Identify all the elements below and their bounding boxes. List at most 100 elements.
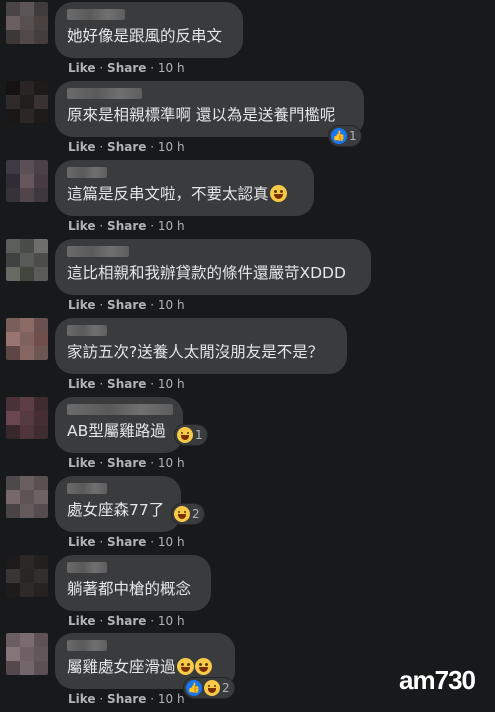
separator: · <box>99 140 104 154</box>
avatar[interactable] <box>6 160 48 202</box>
commenter-name-blurred[interactable] <box>67 88 142 99</box>
share-link[interactable]: Share <box>107 535 146 549</box>
comment-meta: Like · Share · 10 h <box>68 376 185 392</box>
avatar[interactable] <box>6 318 48 360</box>
comment-bubble: 她好像是跟風的反串文 <box>55 2 243 58</box>
commenter-name-blurred[interactable] <box>67 483 107 494</box>
avatar[interactable] <box>6 81 48 123</box>
comment-meta: Like · Share · 10 h <box>68 455 185 471</box>
like-link[interactable]: Like <box>68 61 96 75</box>
separator: · <box>99 614 104 628</box>
haha-reaction-icon <box>174 506 190 522</box>
am730-watermark-logo: am730 <box>399 665 476 695</box>
avatar[interactable] <box>6 239 48 281</box>
share-link[interactable]: Share <box>107 456 146 470</box>
like-link[interactable]: Like <box>68 298 96 312</box>
like-reaction-icon: 👍 <box>331 128 347 144</box>
share-link[interactable]: Share <box>107 298 146 312</box>
comment-text: 處女座森77了 <box>67 501 165 519</box>
comment-meta: Like · Share · 10 h <box>68 534 185 550</box>
commenter-name-blurred[interactable] <box>67 167 107 178</box>
separator: · <box>150 614 155 628</box>
like-link[interactable]: Like <box>68 692 96 706</box>
timestamp[interactable]: 10 h <box>158 535 185 549</box>
comment-meta: Like · Share · 10 h <box>68 297 185 313</box>
reaction-count: 2 <box>222 681 230 695</box>
separator: · <box>150 61 155 75</box>
avatar[interactable] <box>6 555 48 597</box>
separator: · <box>150 692 155 706</box>
comment-text: 屬雞處女座滑過 <box>67 655 212 679</box>
comment-text: AB型屬雞路過 <box>67 422 166 440</box>
reaction-summary[interactable]: 👍 2 <box>184 678 234 698</box>
comment-bubble: 原來是相親標準啊 還以為是送養門檻呢 <box>55 81 364 137</box>
reaction-summary[interactable]: 2 <box>172 504 204 524</box>
share-link[interactable]: Share <box>107 377 146 391</box>
commenter-name-blurred[interactable] <box>67 246 129 257</box>
like-link[interactable]: Like <box>68 219 96 233</box>
separator: · <box>99 377 104 391</box>
reaction-summary[interactable]: 👍 1 <box>329 126 361 146</box>
separator: · <box>150 140 155 154</box>
comment-bubble: 家訪五次?送養人太閒沒朋友是不是？ <box>55 318 347 374</box>
avatar[interactable] <box>6 2 48 44</box>
reaction-summary[interactable]: 1 <box>175 425 207 445</box>
comment-meta: Like · Share · 10 h <box>68 139 185 155</box>
share-link[interactable]: Share <box>107 61 146 75</box>
like-link[interactable]: Like <box>68 535 96 549</box>
like-link[interactable]: Like <box>68 614 96 628</box>
separator: · <box>99 456 104 470</box>
comment-item: 躺著都中槍的概念 Like · Share · 10 h <box>0 555 495 634</box>
comment-text: 家訪五次?送養人太閒沒朋友是不是？ <box>67 343 324 361</box>
haha-reaction-icon <box>204 680 220 696</box>
comment-item: 這比相親和我辦貸款的條件還嚴苛XDDD Like · Share · 10 h <box>0 239 495 318</box>
comment-item: AB型屬雞路過 1 Like · Share · 10 h <box>0 397 495 476</box>
timestamp[interactable]: 10 h <box>158 140 185 154</box>
share-link[interactable]: Share <box>107 219 146 233</box>
timestamp[interactable]: 10 h <box>158 298 185 312</box>
like-link[interactable]: Like <box>68 140 96 154</box>
comment-meta: Like · Share · 10 h <box>68 691 185 707</box>
commenter-name-blurred[interactable] <box>67 325 107 336</box>
comment-text: 躺著都中槍的概念 <box>67 580 192 598</box>
commenter-name-blurred[interactable] <box>67 562 107 573</box>
separator: · <box>99 219 104 233</box>
separator: · <box>150 377 155 391</box>
grinning-emoji-icon <box>194 658 212 675</box>
commenter-name-blurred[interactable] <box>67 640 107 651</box>
avatar[interactable] <box>6 476 48 518</box>
comment-item: 她好像是跟風的反串文 Like · Share · 10 h <box>0 2 495 81</box>
like-link[interactable]: Like <box>68 377 96 391</box>
grinning-emoji-icon <box>176 658 194 675</box>
timestamp[interactable]: 10 h <box>158 692 185 706</box>
timestamp[interactable]: 10 h <box>158 456 185 470</box>
comment-item: 這篇是反串文啦，不要太認真 Like · Share · 10 h <box>0 160 495 239</box>
comment-item: 家訪五次?送養人太閒沒朋友是不是？ Like · Share · 10 h <box>0 318 495 397</box>
avatar[interactable] <box>6 397 48 439</box>
share-link[interactable]: Share <box>107 140 146 154</box>
haha-reaction-icon <box>177 427 193 443</box>
share-link[interactable]: Share <box>107 614 146 628</box>
timestamp[interactable]: 10 h <box>158 377 185 391</box>
commenter-name-blurred[interactable] <box>67 9 125 20</box>
timestamp[interactable]: 10 h <box>158 61 185 75</box>
comment-item: 原來是相親標準啊 還以為是送養門檻呢 👍 1 Like · Share · 10… <box>0 81 495 160</box>
comment-item: 處女座森77了 2 Like · Share · 10 h <box>0 476 495 555</box>
timestamp[interactable]: 10 h <box>158 219 185 233</box>
comment-meta: Like · Share · 10 h <box>68 60 185 76</box>
avatar[interactable] <box>6 633 48 675</box>
comment-text: 原來是相親標準啊 還以為是送養門檻呢 <box>67 106 336 124</box>
comment-meta: Like · Share · 10 h <box>68 613 185 629</box>
like-link[interactable]: Like <box>68 456 96 470</box>
share-link[interactable]: Share <box>107 692 146 706</box>
comment-bubble: AB型屬雞路過 <box>55 397 183 453</box>
reaction-count: 1 <box>195 428 203 442</box>
grinning-emoji-icon <box>269 185 287 202</box>
separator: · <box>150 456 155 470</box>
comment-text: 她好像是跟風的反串文 <box>67 27 223 45</box>
comment-bubble: 這篇是反串文啦，不要太認真 <box>55 160 314 216</box>
comment-bubble: 躺著都中槍的概念 <box>55 555 211 611</box>
timestamp[interactable]: 10 h <box>158 614 185 628</box>
reaction-count: 2 <box>192 507 200 521</box>
commenter-name-blurred[interactable] <box>67 404 173 415</box>
